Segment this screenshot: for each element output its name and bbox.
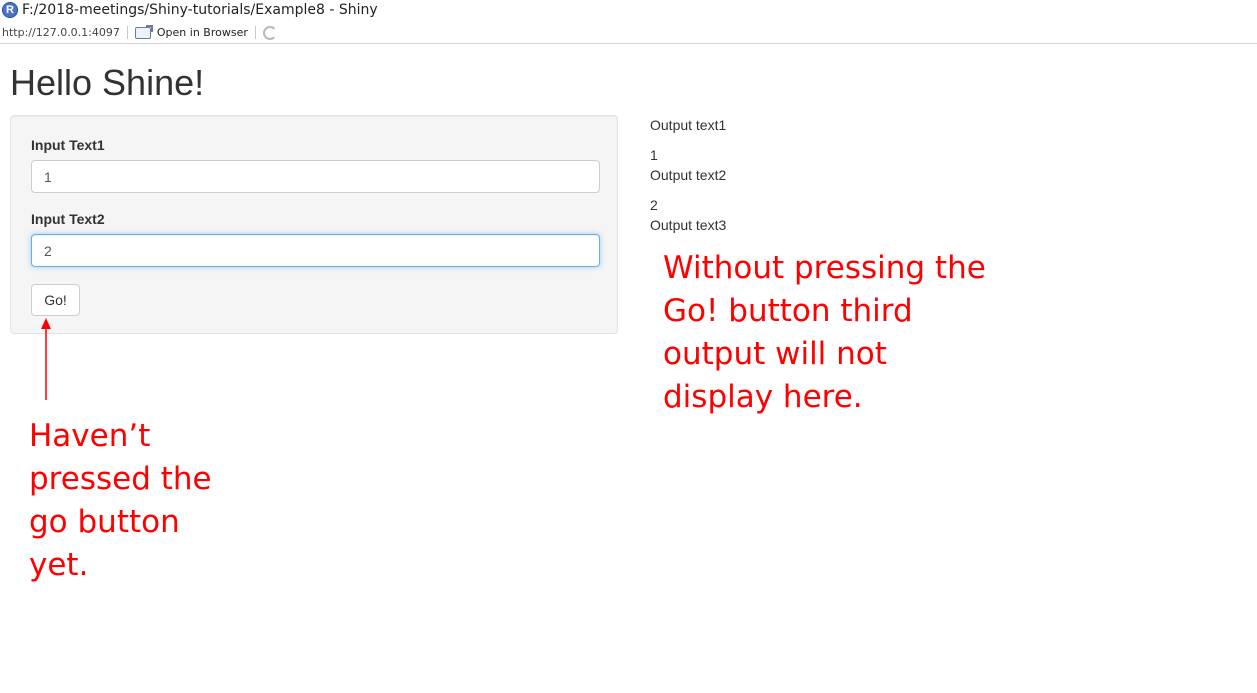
annotation-arrow (41, 318, 51, 400)
popout-icon (134, 24, 153, 39)
url-text: http://127.0.0.1:4097 (2, 26, 120, 39)
open-in-browser-button[interactable]: Open in Browser (134, 24, 248, 39)
annotation-left: Haven’t pressed the go button yet. (29, 418, 212, 583)
output-text2-label: Output text2 (650, 167, 727, 183)
refresh-icon[interactable] (262, 25, 277, 40)
page-title: Hello Shine! (10, 62, 205, 103)
open-in-browser-label: Open in Browser (156, 26, 248, 39)
input-text1-label: Input Text1 (31, 137, 105, 153)
input-text2-label: Input Text2 (31, 211, 105, 227)
window-titlebar: R F:/2018-meetings/Shiny-tutorials/Examp… (0, 0, 1257, 20)
output-text3-label: Output text3 (650, 217, 727, 233)
viewer-toolbar: http://127.0.0.1:4097 Open in Browser (0, 22, 1257, 44)
output-text2-value: 2 (650, 197, 658, 213)
output-text1-label: Output text1 (650, 117, 727, 133)
sidebar-panel: Input Text1 Input Text2 Go! (10, 115, 618, 334)
toolbar-separator (254, 26, 256, 39)
input-text1-field[interactable] (31, 160, 600, 193)
toolbar-separator (126, 26, 128, 39)
annotation-right: Without pressing the Go! button third ou… (663, 250, 986, 415)
go-button[interactable]: Go! (31, 284, 80, 316)
window-title: F:/2018-meetings/Shiny-tutorials/Example… (22, 2, 378, 18)
input-text2-field[interactable] (31, 234, 600, 267)
output-text1-value: 1 (650, 147, 658, 163)
r-logo-icon: R (2, 2, 18, 18)
